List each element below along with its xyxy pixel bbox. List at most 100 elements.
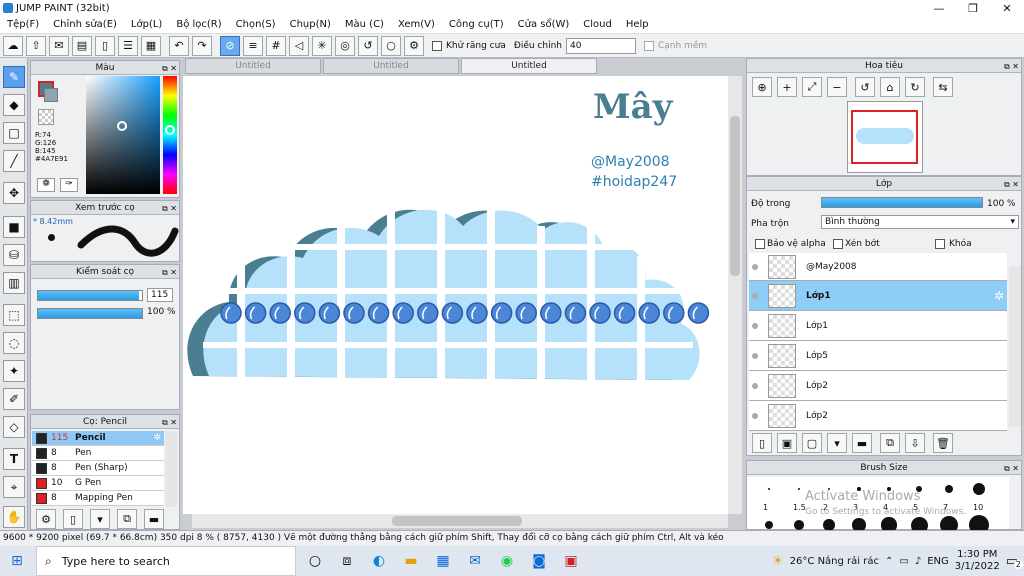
layer-row[interactable]: Lớp1: [749, 311, 1007, 341]
brush-size-slider[interactable]: [37, 290, 143, 301]
pen-tool-icon[interactable]: ✎: [3, 66, 25, 88]
panel-close-icon[interactable]: ⧉ ✕: [1004, 178, 1019, 192]
layer-row[interactable]: Lớp5: [749, 341, 1007, 371]
list-item[interactable]: 8 Pen: [32, 446, 164, 461]
visibility-icon[interactable]: [752, 412, 758, 419]
layer-row[interactable]: @May2008: [749, 253, 1007, 281]
brush-size-dot[interactable]: [944, 484, 954, 494]
panel-close-icon[interactable]: ⧉ ✕: [162, 266, 177, 280]
zoom-icon[interactable]: ⊕: [752, 77, 772, 97]
layer-row[interactable]: Lớp2: [749, 401, 1007, 431]
text-tool-icon[interactable]: T: [3, 448, 25, 470]
edge-icon[interactable]: ◐: [366, 548, 392, 574]
cloud-icon[interactable]: ☁: [3, 35, 23, 56]
language-indicator[interactable]: ENG: [927, 556, 949, 567]
visibility-icon[interactable]: [752, 292, 758, 299]
notification-icon[interactable]: ▭ 2: [1006, 554, 1023, 569]
rotate-right-icon[interactable]: ↻: [905, 77, 925, 97]
background-color-swatch[interactable]: [44, 88, 58, 102]
palette-icon[interactable]: ❁: [37, 178, 55, 192]
magic-wand-tool-icon[interactable]: ✦: [3, 360, 25, 382]
color-picker-cursor[interactable]: [117, 121, 127, 131]
menu-select[interactable]: Chọn(S): [229, 19, 283, 30]
menu-view[interactable]: Xem(V): [391, 19, 442, 30]
fit-icon[interactable]: ⤢: [802, 77, 822, 97]
layer-row[interactable]: Lớp2: [749, 371, 1007, 401]
scroll-thumb[interactable]: [730, 116, 740, 276]
brush-settings-icon[interactable]: ⚙: [36, 509, 56, 529]
hue-cursor[interactable]: [165, 125, 175, 135]
layer-list-scrollbar[interactable]: [1009, 267, 1021, 427]
brush-size-dot[interactable]: [798, 488, 800, 490]
brush-size-dot[interactable]: [768, 488, 770, 490]
undo-icon[interactable]: ↶: [169, 35, 189, 56]
comment-icon[interactable]: ✉: [49, 35, 69, 56]
brush-list-scrollbar[interactable]: [165, 431, 177, 507]
hand-tool-icon[interactable]: ✋: [3, 506, 25, 528]
eyedropper-tool-icon[interactable]: ⌖: [3, 476, 25, 498]
panel-close-icon[interactable]: ⧉ ✕: [1004, 60, 1019, 74]
folder-icon[interactable]: ▬: [852, 433, 872, 453]
menu-color[interactable]: Màu (C): [338, 19, 391, 30]
parallel-guide-icon[interactable]: ≡: [243, 35, 263, 56]
tab-untitled-2[interactable]: Untitled: [323, 58, 459, 74]
line-tool-icon[interactable]: ╱: [3, 150, 25, 172]
grid-guide-icon[interactable]: #: [266, 35, 286, 56]
list-item[interactable]: 10 G Pen: [32, 476, 164, 491]
blend-mode-select[interactable]: Bình thường ▾: [821, 215, 1019, 229]
list-item[interactable]: 8 Mapping Pen: [32, 491, 164, 506]
task-view-icon[interactable]: ⧈: [334, 548, 360, 574]
brush-size-dot[interactable]: [794, 520, 804, 530]
mail-icon[interactable]: ✉: [462, 548, 488, 574]
grid-tool-icon[interactable]: ▦: [141, 35, 161, 56]
minimize-button[interactable]: —: [922, 0, 956, 16]
redo-icon[interactable]: ↷: [192, 35, 212, 56]
windows-start-icon[interactable]: ⊞: [4, 548, 30, 574]
brush-size-field[interactable]: 115: [147, 288, 173, 302]
merge-layer-icon[interactable]: ⇩: [905, 433, 925, 453]
zoom-in-icon[interactable]: +: [777, 77, 797, 97]
rotate-left-icon[interactable]: ↺: [855, 77, 875, 97]
canvas-horizontal-scrollbar[interactable]: [192, 514, 728, 528]
concentric-guide-icon[interactable]: ◎: [335, 35, 355, 56]
clip-checkbox[interactable]: [833, 239, 843, 249]
weather-text[interactable]: 26°C Nắng rải rác: [790, 556, 879, 567]
visibility-icon[interactable]: [752, 322, 758, 329]
panel-close-icon[interactable]: ⧉ ✕: [162, 416, 177, 430]
chrome-icon[interactable]: ◉: [494, 548, 520, 574]
brush-size-dot[interactable]: [973, 483, 985, 495]
fill-rect-tool-icon[interactable]: ■: [3, 216, 25, 238]
brush-opacity-slider[interactable]: [37, 308, 143, 319]
panel-icon[interactable]: ▤: [72, 35, 92, 56]
zoom-out-icon[interactable]: −: [827, 77, 847, 97]
perspective-guide-icon[interactable]: ◁: [289, 35, 309, 56]
curve-guide-icon[interactable]: ↺: [358, 35, 378, 56]
antialias-checkbox[interactable]: [432, 40, 442, 51]
circle-guide-icon[interactable]: ○: [381, 35, 401, 56]
layer-row[interactable]: Lớp1 ✲: [749, 281, 1007, 311]
gear-icon[interactable]: ✲: [153, 433, 161, 443]
delete-layer-icon[interactable]: 🗑: [933, 433, 953, 453]
new-brush-icon[interactable]: ▯: [63, 509, 83, 529]
visibility-icon[interactable]: [752, 263, 758, 270]
flip-icon[interactable]: ⇆: [933, 77, 953, 97]
saturation-value-picker[interactable]: [86, 76, 160, 194]
list-icon[interactable]: ☰: [118, 35, 138, 56]
scroll-thumb[interactable]: [392, 516, 522, 526]
cortana-icon[interactable]: ○: [302, 548, 328, 574]
export-icon[interactable]: ⇧: [26, 35, 46, 56]
eraser-tool-icon[interactable]: ◆: [3, 94, 25, 116]
transparent-swatch[interactable]: [38, 109, 54, 125]
visibility-icon[interactable]: [752, 382, 758, 389]
menu-capture[interactable]: Chụp(N): [283, 19, 338, 30]
panel-close-icon[interactable]: ⧉ ✕: [162, 62, 177, 76]
menu-filter[interactable]: Bộ lọc(R): [169, 19, 228, 30]
new-vector-icon[interactable]: ▢: [802, 433, 822, 453]
maximize-button[interactable]: ❐: [956, 0, 990, 16]
settings-guide-icon[interactable]: ⚙: [404, 35, 424, 56]
menu-cloud[interactable]: Cloud: [576, 19, 619, 30]
drawing-canvas[interactable]: Mây @May2008 #hoidap247: [183, 76, 728, 514]
menu-file[interactable]: Tệp(F): [0, 19, 46, 30]
menu-window[interactable]: Cửa sổ(W): [511, 19, 577, 30]
no-guide-icon[interactable]: ⊘: [220, 35, 240, 56]
